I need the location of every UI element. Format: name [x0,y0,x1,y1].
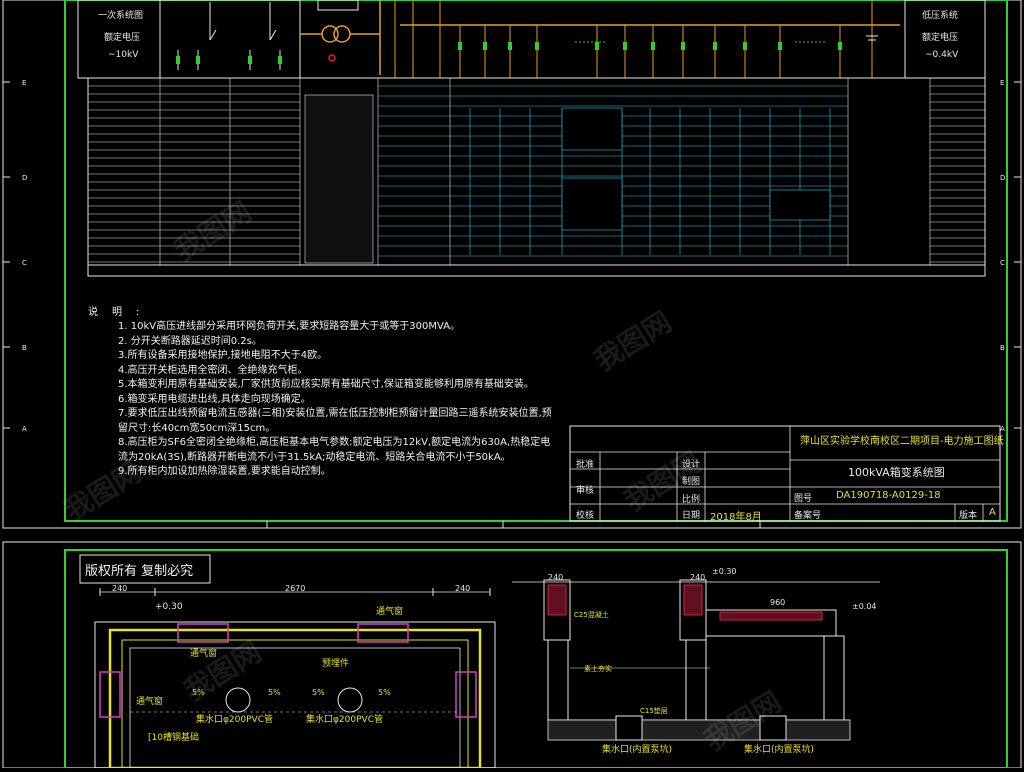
plan-slope-3: 5% [312,688,325,697]
svg-text:B: B [22,344,27,352]
note-item: 1. 10kV高压进线部分采用环网负荷开关,要求短路容量大于或等于300MVA。 [118,321,461,332]
scale-label: 比例 [682,495,701,505]
plan-slope-2: 5% [268,688,281,697]
note-item: 4.高压开关柜选用全密闭、全绝缘充气柜。 [118,364,308,376]
note-item: 2. 分开关断路器延迟时间0.2s。 [118,335,262,347]
approve-label: 批准 [576,460,595,470]
svg-text:D: D [1000,174,1005,182]
plan-vent-top: 通气窗 [376,607,404,617]
note-item: 6.箱变采用电缆进出线,具体走向现场确定。 [118,393,311,405]
hv-panel-sub: 额定电压 [104,33,141,43]
plan-vent-left: 通气窗 [136,697,164,707]
version-label: 版本 [959,511,978,521]
section-dim-b: 960 [770,598,786,607]
svg-text:B: B [1000,344,1005,352]
date-label: 日期 [682,511,701,521]
date-value: 2018年8月 [710,512,762,523]
copyright-label: 版权所有 复制必究 [85,564,194,579]
hv-panel-voltage: ~10kV [108,50,139,60]
foundation-section-view [512,579,880,741]
note-item: 3.所有设备采用接地保护,接地电阻不大于4欧。 [118,350,328,361]
hv-panel-title: 一次系统图 [98,11,144,21]
check-label: 校核 [576,511,595,521]
svg-text:E: E [22,79,26,87]
lv-panel-voltage: ~0.4kV [925,50,959,60]
plan-dim-left: 240 [112,584,128,593]
svg-text:E: E [1000,79,1004,87]
plan-level: +0.30 [155,602,183,612]
section-dim-c: 240 [690,573,706,582]
drawing-name: 100kVA箱变系统图 [848,466,945,479]
section-soil: 素土夯实 [584,665,612,673]
record-label: 备案号 [794,511,822,521]
section-level-right: ±0.04 [852,602,877,611]
plan-dim-center: 2670 [285,584,306,593]
project-name: 萍山区实验学校南校区二期项目-电力施工图纸 [800,436,1004,447]
section-pump-2: 集水口(内置泵坑) [744,745,815,755]
note-item: 9.所有柜内加设加热除湿装置,要求能自动控制。 [118,466,331,477]
notes-list: 1. 10kV高压进线部分采用环网负荷开关,要求短路容量大于或等于300MVA。… [118,320,558,480]
plan-drain-1: 集水口φ200PVC管 [196,715,273,725]
plan-steel-base: [10槽钢基础 [148,733,199,743]
drawing-no-label: 图号 [794,494,813,504]
version-value: A [989,507,996,518]
section-level-top: ±0.30 [712,567,737,576]
section-pump-1: 集水口(内置泵坑) [602,745,673,755]
svg-text:C: C [1000,259,1005,267]
section-c25: C25混凝土 [574,611,609,619]
section-dim-a: 240 [548,573,564,582]
section-c15: C15垫层 [640,707,668,715]
plan-embedded: 预埋件 [322,659,350,669]
lv-panel-sub: 额定电压 [922,33,959,43]
cad-drawing-canvas: E D C B A E D C B A 一次系统图 额定电压 ~10kV 低压系统 额定电压 ~… [0,0,1024,770]
svg-text:C: C [22,259,27,267]
notes-header: 说明: [88,307,154,318]
note-item: 5.本箱变利用原有基础安装,厂家供货前应核实原有基础尺寸,保证箱变能够利用原有基… [118,379,534,390]
note-item: 7.要求低压出线预留电流互感器(三相)安装位置,需在低压控制柜预留计量回路三遥系… [118,408,552,434]
plan-dim-right: 240 [455,584,471,593]
svg-text:D: D [22,174,27,182]
plan-drain-2: 集水口φ200PVC管 [306,715,383,725]
plan-slope-4: 5% [378,688,391,697]
svg-text:A: A [22,425,27,433]
drawing-no: DA190718-A0129-18 [836,490,941,501]
lv-panel-title: 低压系统 [922,11,959,21]
note-item: 8.高压柜为SF6全密闭全绝缘柜,高压柜基本电气参数:额定电压为12kV,额定电… [118,437,551,463]
hv-switchgear-box [159,0,301,79]
audit-label: 审核 [576,486,595,496]
